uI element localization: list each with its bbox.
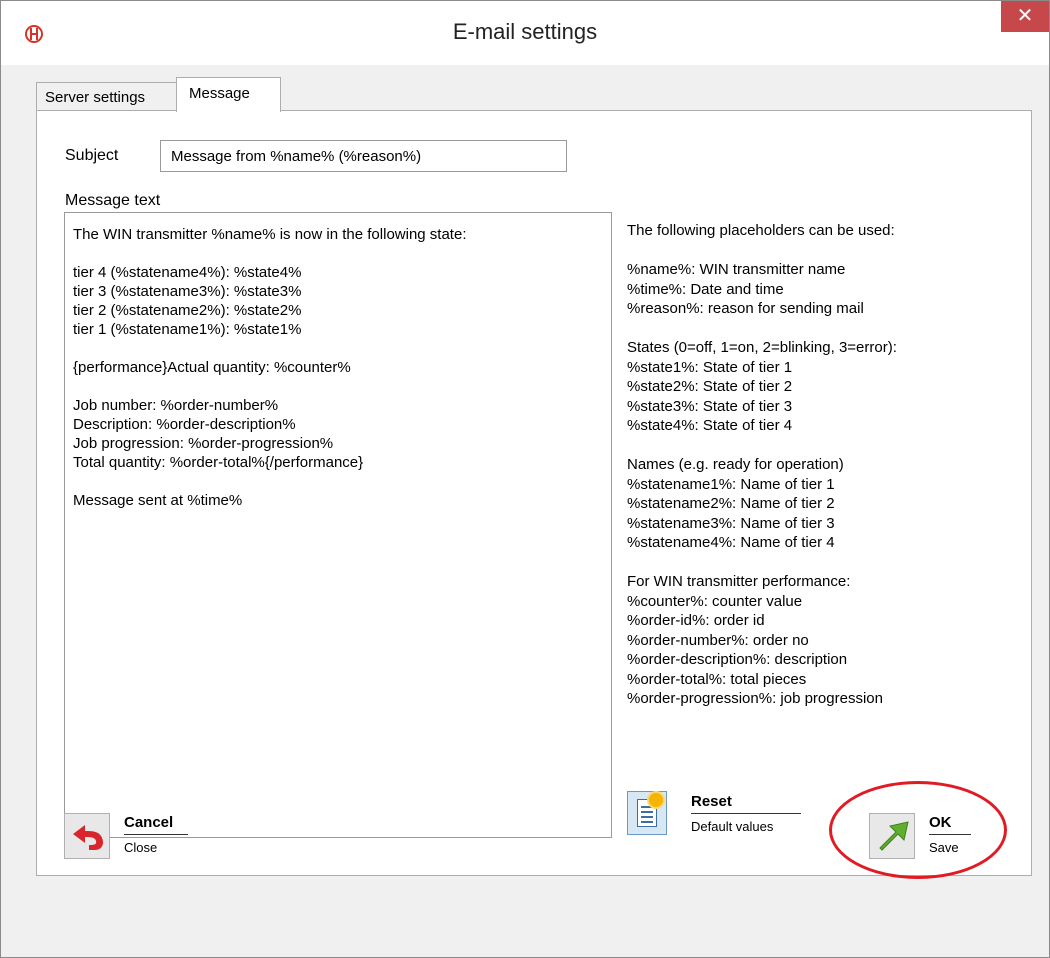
- message-text-label: Message text: [65, 192, 161, 209]
- undo-arrow-icon: [64, 813, 110, 859]
- reset-document-icon: [627, 791, 667, 835]
- subject-input[interactable]: [160, 140, 567, 172]
- reset-button-title: Reset: [691, 793, 801, 814]
- placeholder-help-text: The following placeholders can be used: …: [627, 222, 897, 707]
- cancel-button-title: Cancel: [124, 814, 188, 835]
- message-text-area[interactable]: The WIN transmitter %name% is now in the…: [64, 212, 612, 838]
- cancel-button[interactable]: Cancel Close: [64, 809, 224, 865]
- email-settings-dialog: E-mail settings ✕ Server settings Messag…: [0, 0, 1050, 958]
- close-button[interactable]: ✕: [1001, 1, 1049, 32]
- tab-message[interactable]: Message: [176, 77, 281, 112]
- tab-server-settings[interactable]: Server settings: [36, 82, 177, 111]
- cancel-button-subtitle: Close: [124, 840, 158, 855]
- reset-button-subtitle: Default values: [691, 819, 774, 834]
- title-bar: E-mail settings ✕: [1, 1, 1049, 65]
- ok-highlight-ring: [829, 781, 1007, 879]
- window-title: E-mail settings: [452, 19, 598, 44]
- reset-button[interactable]: Reset Default values: [627, 789, 807, 839]
- subject-label: Subject: [65, 147, 119, 164]
